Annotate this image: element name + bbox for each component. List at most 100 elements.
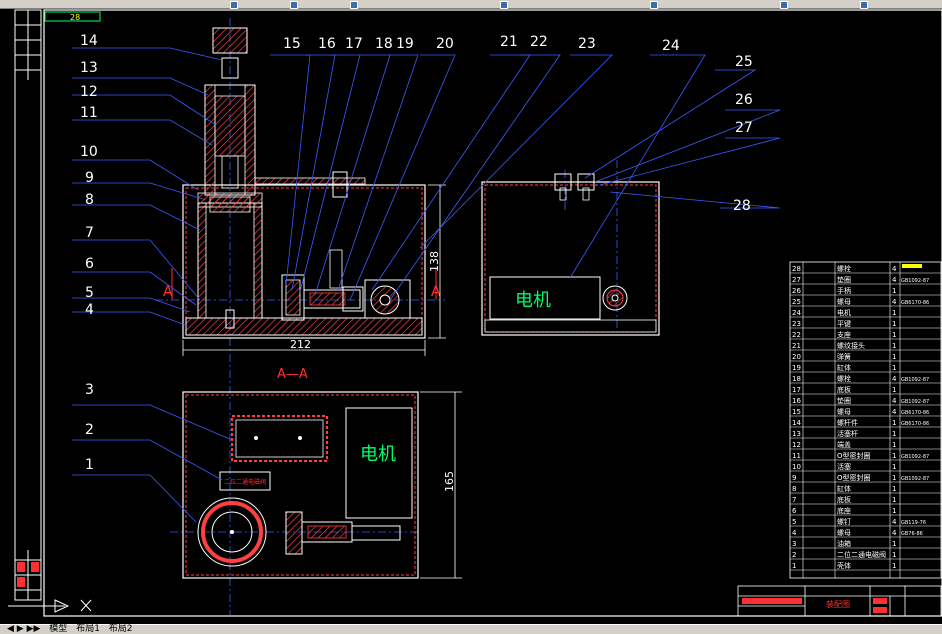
bom-name: 底板 <box>837 495 851 504</box>
bom-name: 底板 <box>837 385 851 394</box>
bom-qty: 4 <box>892 375 897 383</box>
bom-no: 10 <box>792 463 801 471</box>
bom-no: 1 <box>792 562 796 570</box>
part-number-15: 15 <box>283 36 301 52</box>
solenoid-valve-label: 二位二通电磁阀 <box>224 478 266 486</box>
bom-qty: 1 <box>892 364 896 372</box>
bom-qty: 4 <box>892 265 897 273</box>
bom-name: 底座 <box>837 506 851 515</box>
section-marker-right: A <box>431 284 441 300</box>
bom-qty: 1 <box>892 342 896 350</box>
bom-name: 活塞 <box>837 462 851 471</box>
bom-qty: 4 <box>892 408 897 416</box>
bom-name: 螺母 <box>837 407 851 416</box>
bom-std: GB1092-87 <box>901 399 929 405</box>
bom-no: 28 <box>792 265 801 273</box>
bom-std: GB1092-87 <box>901 377 929 383</box>
cad-drawing-canvas[interactable]: 28 A A A—A 212 138 165 电机 电机 二位二通电磁阀 14 … <box>0 8 942 624</box>
part-number-19: 19 <box>396 36 414 52</box>
bom-qty: 4 <box>892 298 897 306</box>
bom-no: 12 <box>792 441 801 449</box>
bom-name: 螺纹接头 <box>837 341 865 350</box>
motor-label-top: 电机 <box>360 444 396 465</box>
bom-qty: 1 <box>892 320 896 328</box>
bom-no: 24 <box>792 309 801 317</box>
bom-qty: 1 <box>892 551 896 559</box>
bom-name: 油箱 <box>837 539 851 548</box>
bom-no: 15 <box>792 408 801 416</box>
bom-name: 缸体 <box>837 484 851 493</box>
part-number-12: 12 <box>80 84 98 100</box>
part-number-2: 2 <box>85 422 94 438</box>
bom-no: 3 <box>792 540 796 548</box>
part-number-20: 20 <box>436 36 454 52</box>
part-number-9: 9 <box>85 170 94 186</box>
bom-no: 13 <box>792 430 801 438</box>
bom-name: 平键 <box>837 319 851 328</box>
bom-no: 8 <box>792 485 796 493</box>
dimension-height: 138 <box>428 251 441 272</box>
ucs-icon <box>8 599 92 613</box>
part-number-14: 14 <box>80 33 98 49</box>
part-number-7: 7 <box>85 225 94 241</box>
bom-name: 支座 <box>837 330 851 339</box>
leader-lines <box>72 47 781 523</box>
section-marker-left: A <box>163 284 173 300</box>
bom-qty: 1 <box>892 309 896 317</box>
bom-name: 端盖 <box>837 440 851 449</box>
bom-name: 螺母 <box>837 528 851 537</box>
bom-name: 螺杆件 <box>837 418 858 427</box>
bom-name: 螺栓 <box>837 264 851 273</box>
part-number-6: 6 <box>85 256 94 272</box>
bom-no: 6 <box>792 507 797 515</box>
bom-no: 18 <box>792 375 801 383</box>
dimension-width: 212 <box>290 338 311 351</box>
part-number-11: 11 <box>80 105 98 121</box>
bom-no: 25 <box>792 298 801 306</box>
bom-qty: 4 <box>892 276 897 284</box>
bom-no: 21 <box>792 342 801 350</box>
bom-std: GB6170-86 <box>901 300 929 306</box>
bom-qty: 1 <box>892 419 896 427</box>
bom-no: 16 <box>792 397 801 405</box>
top-view <box>182 391 419 579</box>
part-number-1: 1 <box>85 457 94 473</box>
bom-qty: 1 <box>892 474 896 482</box>
bom-no: 9 <box>792 474 796 482</box>
bom-no: 5 <box>792 518 796 526</box>
bom-qty: 1 <box>892 386 896 394</box>
bom-no: 20 <box>792 353 801 361</box>
bom-name: 电机 <box>837 308 851 317</box>
bom-qty: 1 <box>892 287 896 295</box>
bom-no: 26 <box>792 287 801 295</box>
bom-name: 垫圈 <box>837 396 851 405</box>
bom-name: 壳体 <box>837 561 851 570</box>
bom-no: 11 <box>792 452 801 460</box>
bom-qty: 1 <box>892 452 896 460</box>
bom-qty: 1 <box>892 485 896 493</box>
dimension-lines <box>182 184 462 579</box>
bom-name: 二位二通电磁阀 <box>837 550 886 559</box>
bom-name: O型密封圈 <box>837 473 871 482</box>
bom-no: 23 <box>792 320 801 328</box>
part-number-28: 28 <box>733 198 751 214</box>
part-number-17: 17 <box>345 36 363 52</box>
part-number-21: 21 <box>500 34 518 50</box>
section-title: A—A <box>277 367 308 382</box>
part-number-5: 5 <box>85 285 94 301</box>
bom-no: 4 <box>792 529 797 537</box>
bom-no: 2 <box>792 551 796 559</box>
bom-std: GB6170-86 <box>901 421 929 427</box>
bom-std: GB1092-87 <box>901 476 929 482</box>
part-number-8: 8 <box>85 192 94 208</box>
bom-qty: 1 <box>892 562 896 570</box>
bom-std: GB1092-87 <box>901 454 929 460</box>
bom-name: 螺母 <box>837 297 851 306</box>
top-label-text: 28 <box>70 13 80 22</box>
part-number-13: 13 <box>80 60 98 76</box>
bom-std: GB76-86 <box>901 531 923 537</box>
bom-qty: 4 <box>892 529 897 537</box>
part-number-24: 24 <box>662 38 680 54</box>
bom-no: 19 <box>792 364 801 372</box>
part-number-22: 22 <box>530 34 548 50</box>
